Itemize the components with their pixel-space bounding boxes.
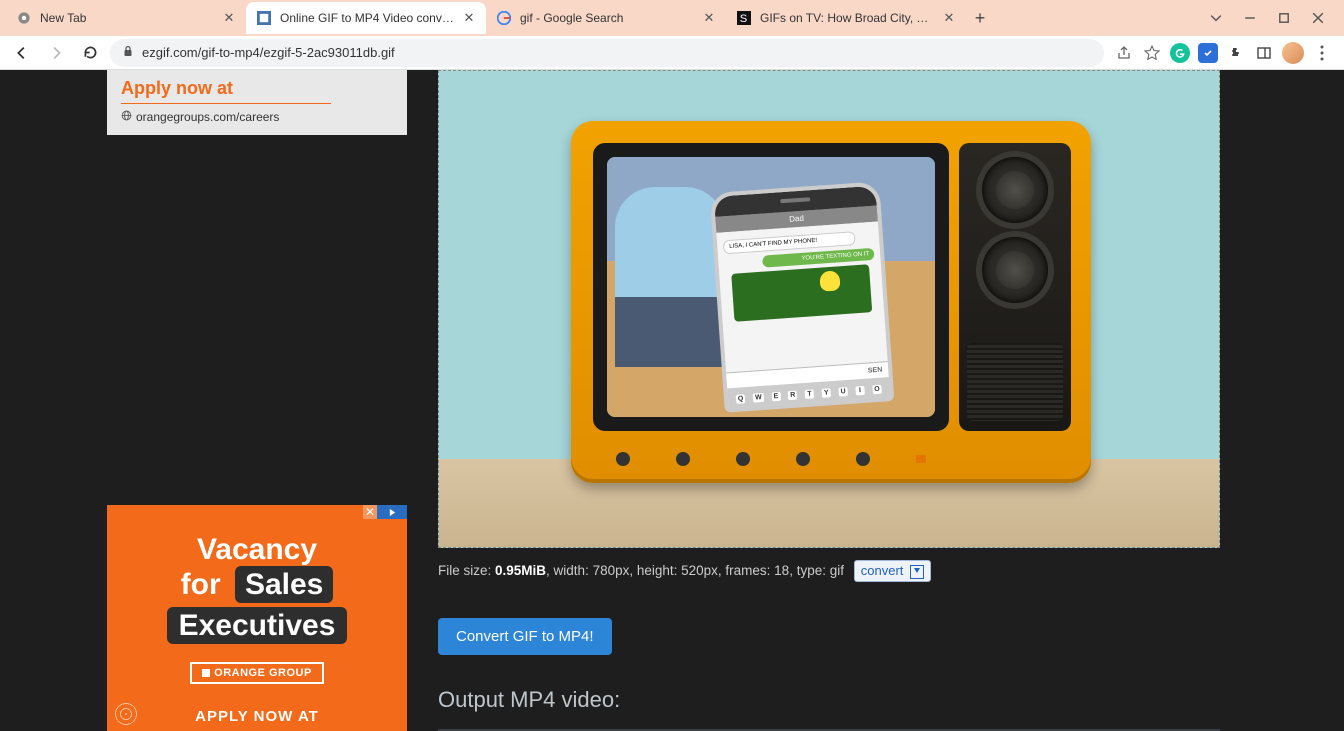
tab-title: New Tab: [40, 11, 214, 25]
file-size-value: 0.95MiB: [495, 563, 546, 578]
close-icon[interactable]: ✕: [462, 11, 476, 25]
homer-icon: [819, 270, 840, 291]
ad-top-url: orangegroups.com/careers: [121, 110, 393, 124]
globe-icon: [121, 110, 132, 124]
new-tab-button[interactable]: +: [966, 4, 994, 32]
ad-top[interactable]: Apply now at orangegroups.com/careers: [107, 70, 407, 135]
back-button[interactable]: [8, 39, 36, 67]
tv-control-panel: [959, 143, 1071, 431]
reload-button[interactable]: [76, 39, 104, 67]
ad-bottom[interactable]: ✕ Vacancy for Sales Executives ORANGE GR…: [107, 505, 407, 731]
tv-body: Dad LISA, I CAN'T FIND MY PHONE! YOU'RE …: [571, 121, 1091, 483]
toolbar-right: [1110, 42, 1336, 64]
tv-screen: Dad LISA, I CAN'T FIND MY PHONE! YOU'RE …: [607, 157, 935, 417]
download-icon: [910, 565, 924, 579]
tab-ezgif[interactable]: Online GIF to MP4 Video convert ✕: [246, 2, 486, 34]
tv-speaker: [967, 343, 1063, 421]
side-panel-icon[interactable]: [1254, 43, 1274, 63]
main-column: Dad LISA, I CAN'T FIND MY PHONE! YOU'RE …: [438, 70, 1220, 731]
tv-knob: [736, 452, 750, 466]
output-title: Output MP4 video:: [438, 687, 1220, 713]
window-controls: [1208, 10, 1338, 26]
ad-cta: APPLY NOW AT: [125, 708, 389, 725]
minimize-icon[interactable]: [1242, 10, 1258, 26]
extension-blue-icon[interactable]: [1198, 43, 1218, 63]
tv-dial-top: [982, 157, 1048, 223]
maximize-icon[interactable]: [1276, 10, 1292, 26]
tab-title: GIFs on TV: How Broad City, The: [760, 11, 934, 25]
gif-preview: Dad LISA, I CAN'T FIND MY PHONE! YOU'RE …: [438, 70, 1220, 548]
tv-bottom-controls: [593, 449, 949, 469]
share-icon[interactable]: [1114, 43, 1134, 63]
convert-button[interactable]: Convert GIF to MP4!: [438, 618, 612, 655]
page-content: Apply now at orangegroups.com/careers ✕ …: [0, 70, 1344, 731]
extensions-puzzle-icon[interactable]: [1226, 43, 1246, 63]
adchoices-icon[interactable]: [377, 505, 407, 519]
close-icon[interactable]: ✕: [222, 11, 236, 25]
close-window-icon[interactable]: [1310, 10, 1326, 26]
ad-word-for: for: [181, 568, 221, 601]
file-dims: , width: 780px, height: 520px, frames: 1…: [546, 563, 844, 578]
site-favicon-icon: S: [736, 10, 752, 26]
close-icon[interactable]: ✕: [702, 11, 716, 25]
file-info: File size: 0.95MiB, width: 780px, height…: [438, 560, 1220, 582]
close-icon[interactable]: ✕: [942, 11, 956, 25]
phone-messages: LISA, I CAN'T FIND MY PHONE! YOU'RE TEXT…: [716, 222, 887, 373]
chevron-down-icon[interactable]: [1208, 10, 1224, 26]
menu-icon[interactable]: [1312, 43, 1332, 63]
url-text: ezgif.com/gif-to-mp4/ezgif-5-2ac93011db.…: [142, 45, 1092, 60]
lock-icon: [122, 45, 134, 60]
ezgif-favicon-icon: [256, 10, 272, 26]
gif-attachment: [731, 264, 872, 322]
chrome-favicon-icon: [16, 10, 32, 26]
tab-new-tab[interactable]: New Tab ✕: [6, 2, 246, 34]
ad-decoration-icon: [115, 703, 137, 725]
star-icon[interactable]: [1142, 43, 1162, 63]
ad-word-executives: Executives: [167, 607, 348, 644]
browser-chrome: New Tab ✕ Online GIF to MP4 Video conver…: [0, 0, 1344, 70]
ad-close-icon[interactable]: ✕: [363, 505, 377, 519]
tv-knob: [796, 452, 810, 466]
toolbar: ezgif.com/gif-to-mp4/ezgif-5-2ac93011db.…: [0, 36, 1344, 70]
tv-knob: [616, 452, 630, 466]
tv-knob: [856, 452, 870, 466]
tab-title: Online GIF to MP4 Video convert: [280, 11, 454, 25]
tab-google-search[interactable]: gif - Google Search ✕: [486, 2, 726, 34]
svg-text:S: S: [740, 13, 747, 25]
ad-brand-badge: ORANGE GROUP: [190, 662, 324, 684]
file-size-label: File size:: [438, 563, 495, 578]
google-favicon-icon: [496, 10, 512, 26]
ad-word-vacancy: Vacancy: [197, 533, 317, 566]
ad-top-rule: [121, 103, 331, 104]
tv-bezel: Dad LISA, I CAN'T FIND MY PHONE! YOU'RE …: [593, 143, 949, 431]
tv-dial-bottom: [982, 237, 1048, 303]
retro-tv: Dad LISA, I CAN'T FIND MY PHONE! YOU'RE …: [571, 121, 1091, 483]
tab-article[interactable]: S GIFs on TV: How Broad City, The ✕: [726, 2, 966, 34]
tv-led-icon: [916, 455, 926, 463]
ad-top-title: Apply now at: [121, 78, 393, 99]
cartoon-figure: [615, 187, 725, 367]
phone-illustration: Dad LISA, I CAN'T FIND MY PHONE! YOU'RE …: [710, 181, 895, 412]
left-sidebar: Apply now at orangegroups.com/careers ✕ …: [107, 70, 407, 731]
ad-headline: Vacancy for Sales Executives: [125, 533, 389, 644]
tab-strip: New Tab ✕ Online GIF to MP4 Video conver…: [0, 0, 1344, 36]
ad-word-sales: Sales: [235, 566, 333, 603]
address-bar[interactable]: ezgif.com/gif-to-mp4/ezgif-5-2ac93011db.…: [110, 39, 1104, 67]
avatar[interactable]: [1282, 42, 1304, 64]
convert-link-text: convert: [861, 563, 904, 578]
ad-top-site: orangegroups.com/careers: [136, 110, 279, 124]
tab-title: gif - Google Search: [520, 11, 694, 25]
convert-link[interactable]: convert: [854, 560, 931, 582]
grammarly-icon[interactable]: [1170, 43, 1190, 63]
tv-knob: [676, 452, 690, 466]
forward-button[interactable]: [42, 39, 70, 67]
